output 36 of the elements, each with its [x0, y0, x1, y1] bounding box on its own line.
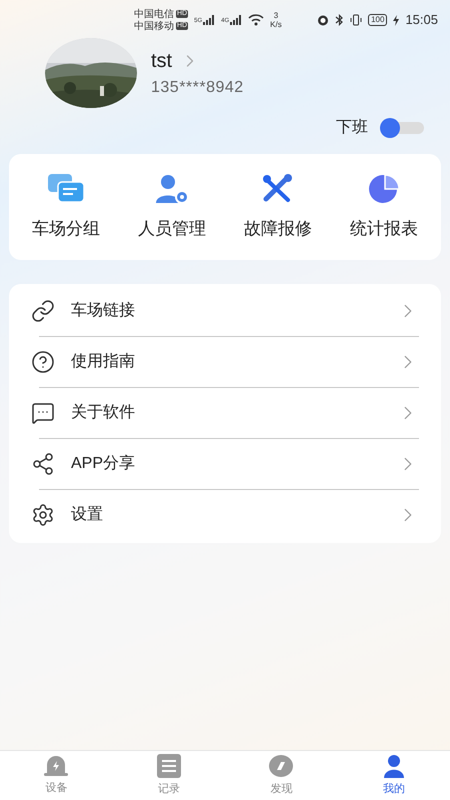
- menu-item[interactable]: 关于软件: [71, 400, 381, 424]
- menu-item[interactable]: 设置: [71, 503, 381, 527]
- link-icon: [31, 298, 55, 322]
- duty-label: 下班: [336, 118, 368, 138]
- shortcut-button[interactable]: 故障报修: [244, 172, 312, 242]
- speed-value: 3: [274, 11, 278, 20]
- pie-chart-icon: [367, 173, 401, 205]
- device-icon: [43, 754, 70, 777]
- shortcut-button[interactable]: 车场分组: [32, 172, 100, 242]
- speech-bubble-icon: [31, 400, 55, 424]
- user-name[interactable]: tst: [151, 46, 172, 76]
- signal-icon: [230, 15, 242, 25]
- shortcut-button[interactable]: 统计报表: [350, 172, 418, 242]
- share-icon: [31, 452, 55, 476]
- settings-icon: [31, 503, 55, 527]
- menu-item[interactable]: APP分享: [71, 452, 381, 476]
- phone-number: 135****8942: [151, 78, 244, 98]
- person-icon: [382, 754, 406, 778]
- vibrate-icon: [350, 14, 362, 26]
- tab[interactable]: 我的: [354, 754, 434, 798]
- menu-item[interactable]: 使用指南: [71, 350, 381, 374]
- list-icon: [156, 754, 181, 778]
- carrier-name: 中国移动: [134, 20, 174, 32]
- signal-icon: [203, 15, 216, 25]
- charging-icon: [393, 14, 400, 26]
- bluetooth-icon: [335, 14, 344, 26]
- battery-level: 100: [368, 14, 388, 26]
- speed-unit: K/s: [270, 20, 282, 29]
- compass-icon: [268, 754, 294, 778]
- help-icon: [31, 350, 55, 374]
- menu-item[interactable]: 车场链接: [71, 298, 381, 322]
- wifi-icon: [248, 14, 264, 26]
- carrier-name: 中国电信: [134, 8, 174, 20]
- clock-time: 15:05: [405, 11, 438, 30]
- person-gear-icon: [154, 173, 190, 205]
- shortcut-button[interactable]: 人员管理: [138, 172, 206, 242]
